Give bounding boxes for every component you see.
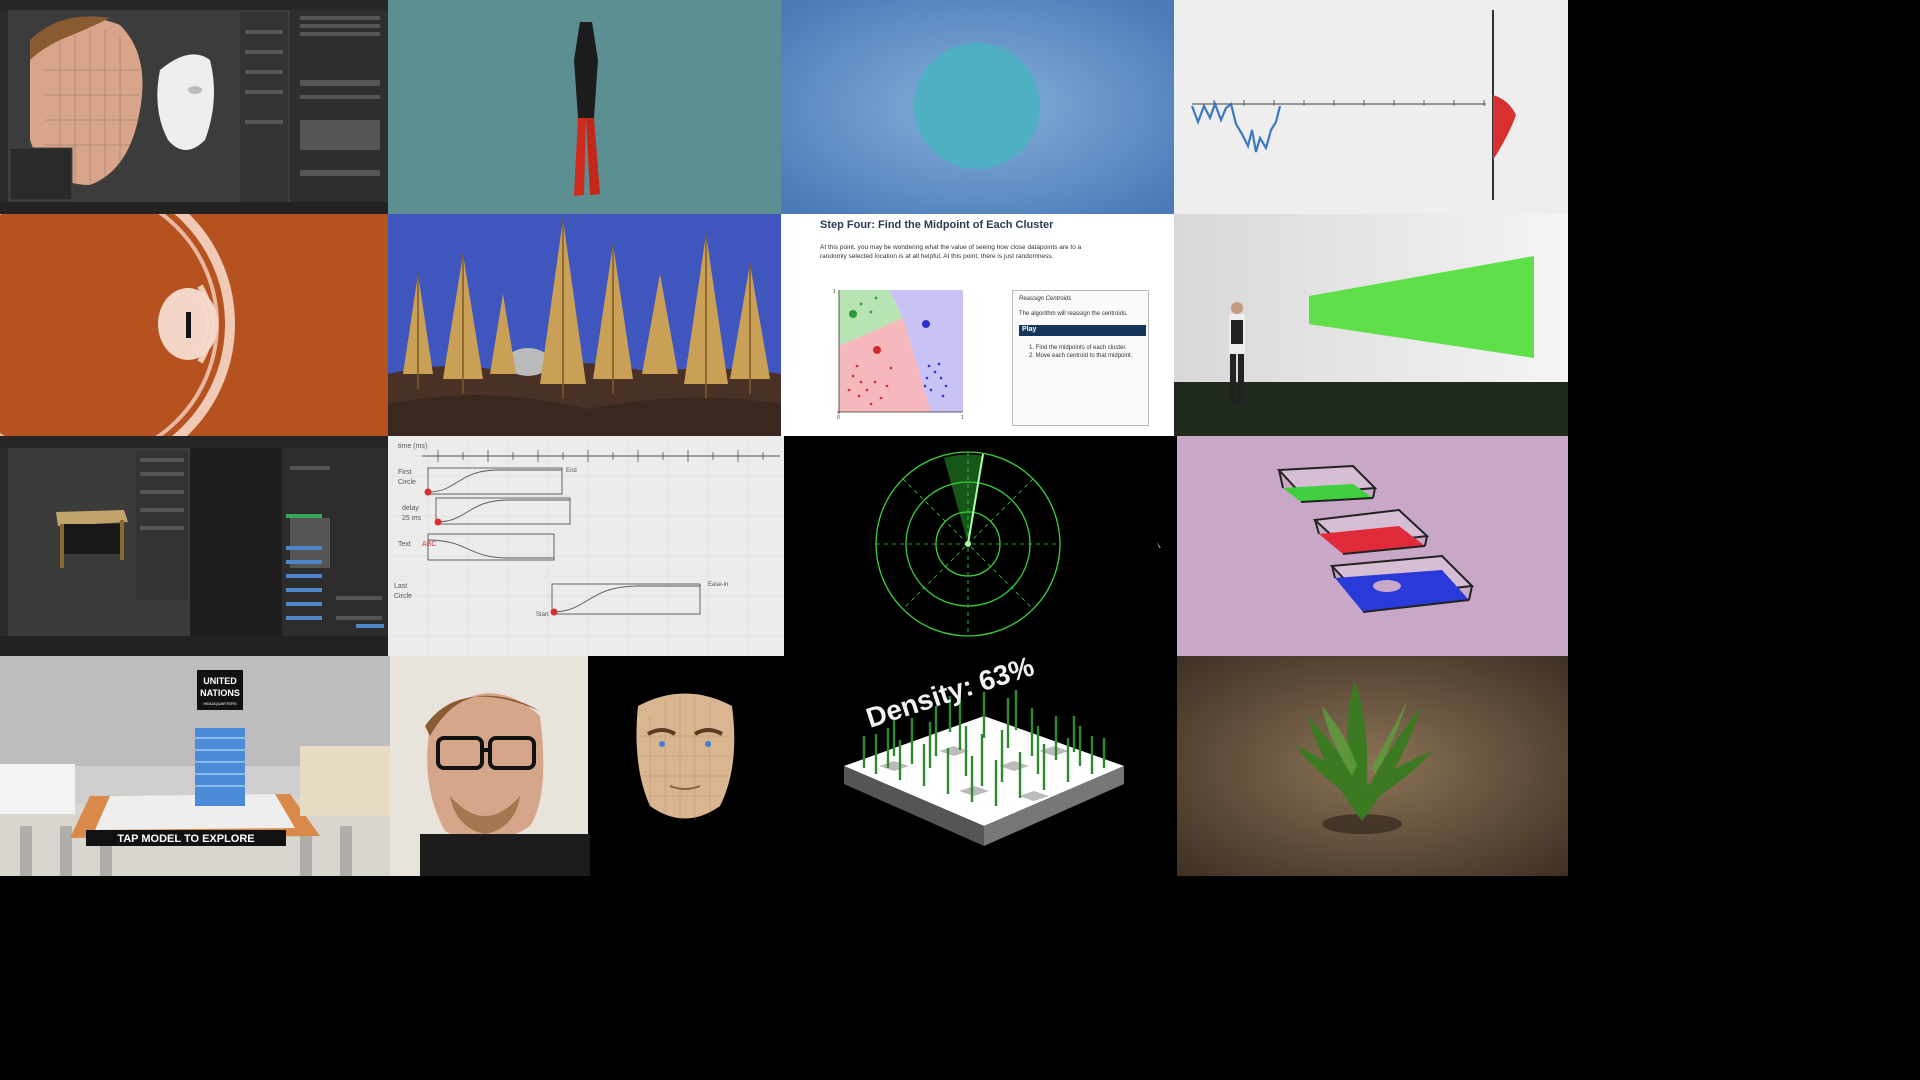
sketch-end-label: End <box>566 468 577 474</box>
step-one: 1. Find the midpoints of each cluster. <box>1029 345 1127 351</box>
tile-kmeans-article[interactable]: Step Four: Find the Midpoint of Each Clu… <box>781 214 1174 436</box>
tile-sketch[interactable]: time (ms) First Circle delay 25 ms Text … <box>388 436 784 656</box>
panel-title: Reassign Centroids <box>1019 296 1072 302</box>
play-label: Play <box>1022 326 1037 333</box>
tile-density[interactable]: Density: 63% <box>784 656 1177 876</box>
video-collage-grid: Step Four: Find the Midpoint of Each Clu… <box>0 0 1920 1080</box>
un-sign-line2: NATIONS <box>200 688 240 698</box>
tile-un-model[interactable]: UNITED NATIONS HEADQUARTERS TAP MODEL TO… <box>0 656 390 876</box>
tile-radar[interactable] <box>784 436 1177 656</box>
axis-label-zero: 0 <box>837 415 840 420</box>
sketch-first-label: First <box>398 469 412 476</box>
sketch-time-label: time (ms) <box>398 443 427 450</box>
un-sign-line3: HEADQUARTERS <box>203 701 237 706</box>
centroid-green <box>849 310 857 318</box>
tile-person-cone[interactable] <box>1174 214 1568 436</box>
centroid-red <box>873 346 881 354</box>
step-two: 2. Move each centroid to that midpoint. <box>1029 353 1133 359</box>
article-heading: Step Four: Find the Midpoint of Each Clu… <box>820 219 1054 231</box>
tile-blender-face[interactable] <box>0 0 388 214</box>
reassign-panel: Reassign Centroids The algorithm will re… <box>1012 290 1149 426</box>
sketch-start-label: Start <box>536 612 549 618</box>
un-sign-line1: UNITED <box>203 676 237 686</box>
axis-label-one-x: 1 <box>961 415 964 420</box>
sketch-ease-label: Ease-in <box>708 582 728 588</box>
sketch-last-circle-label: Circle <box>394 593 412 600</box>
tile-blender-table[interactable] <box>0 436 388 656</box>
tile-plant[interactable] <box>1177 656 1568 876</box>
article-paragraph-line2: randomly selected location is at all hel… <box>820 253 1054 260</box>
panel-text: The algorithm will reassign the centroid… <box>1019 311 1128 317</box>
tile-pliers[interactable] <box>388 0 781 214</box>
sketch-circle-label: Circle <box>398 479 416 486</box>
cluster-plot: 0 1 1 <box>833 289 964 420</box>
article-paragraph-line1: At this point, you may be wondering what… <box>820 244 1082 251</box>
right-strip <box>1568 0 1920 1080</box>
sketch-text-label: Text <box>398 541 411 548</box>
un-banner-text: TAP MODEL TO EXPLORE <box>117 833 254 845</box>
tile-line-plot[interactable] <box>1174 0 1568 214</box>
play-button[interactable]: Play <box>1019 325 1146 336</box>
tile-eye-diagram[interactable] <box>0 214 388 436</box>
axis-label-one-y: 1 <box>833 289 836 295</box>
sketch-abc-label: ABC <box>422 541 436 548</box>
tile-blue-circle[interactable] <box>781 0 1174 214</box>
centroid-blue <box>922 320 930 328</box>
sketch-delay-ms-label: 25 ms <box>402 515 422 522</box>
tile-glass-layers[interactable] <box>1177 436 1568 656</box>
tile-forest[interactable] <box>388 214 781 436</box>
tile-selfie-face[interactable] <box>390 656 784 876</box>
sketch-delay-label: delay <box>402 505 419 512</box>
sketch-last-label: Last <box>394 583 407 590</box>
